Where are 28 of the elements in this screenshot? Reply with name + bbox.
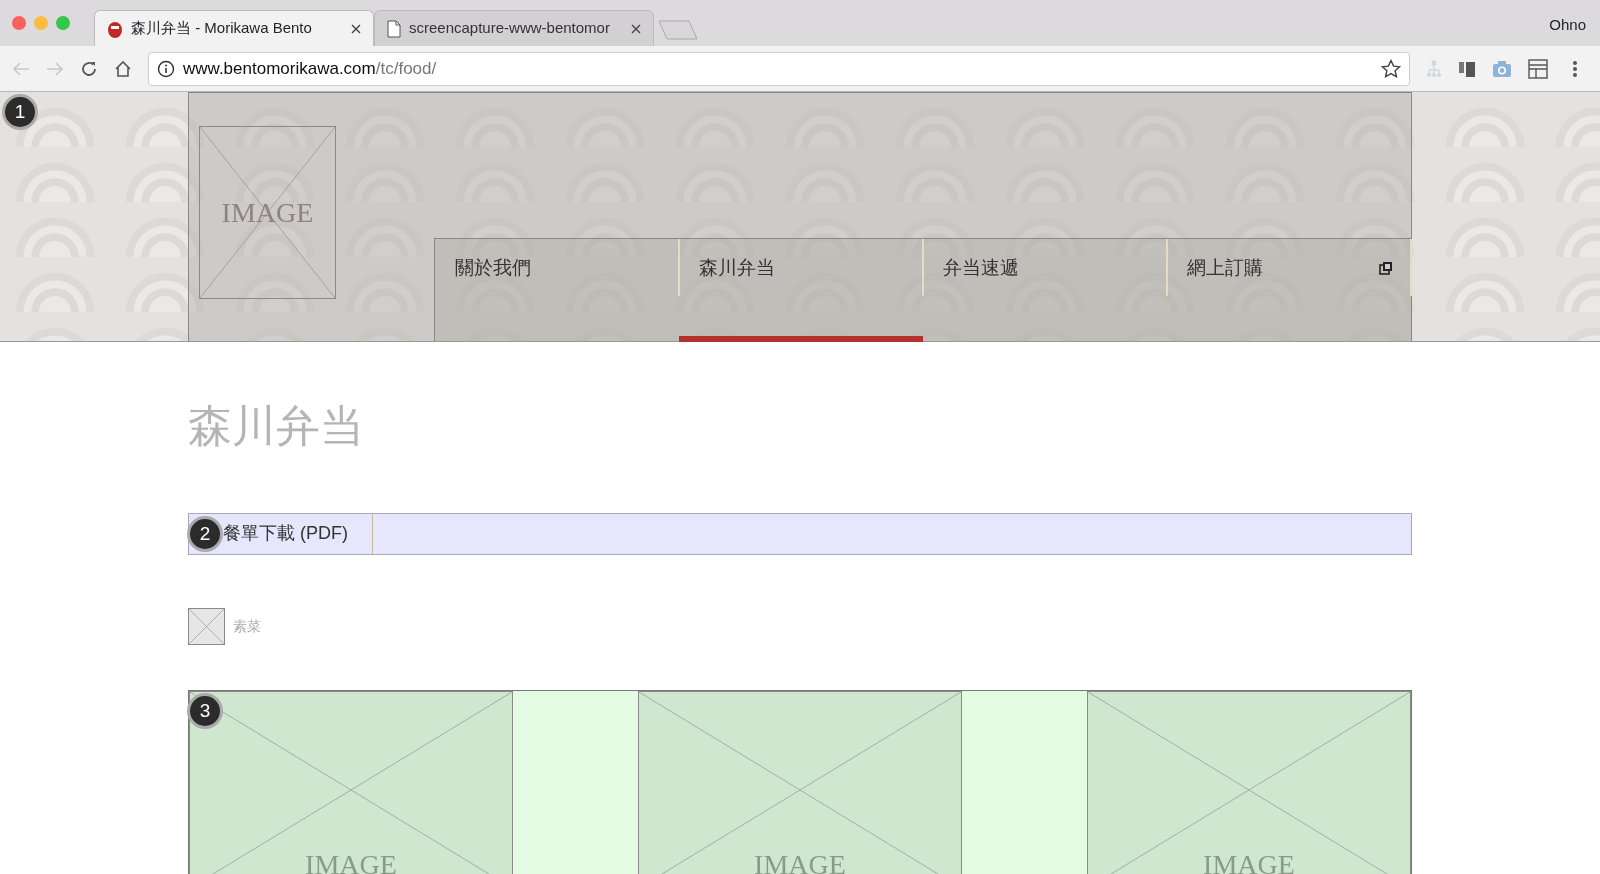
address-bar[interactable]: www.bentomorikawa.com/tc/food/ <box>148 51 1410 86</box>
reload-icon[interactable] <box>80 59 98 78</box>
layout-icon[interactable] <box>1528 58 1548 79</box>
step-marker: 1 <box>2 94 38 130</box>
logo-icon <box>107 19 123 38</box>
step-marker: 2 <box>187 515 223 552</box>
nav-link[interactable]: 弁当速遞 <box>923 239 1167 342</box>
more-menu-icon[interactable] <box>1572 59 1578 78</box>
tab-title: 森川弁当 - Morikawa Bento <box>131 18 313 39</box>
panels-icon[interactable] <box>1458 59 1476 78</box>
close-icon[interactable] <box>351 23 361 34</box>
browser-tab[interactable]: 森川弁当 - Morikawa Bento <box>94 10 374 46</box>
image-placeholder <box>188 607 225 645</box>
nav-link[interactable]: 森川弁当 <box>679 239 923 342</box>
nav-link[interactable]: 關於我們 <box>435 239 679 342</box>
star-icon[interactable] <box>1381 58 1401 79</box>
browser-tab[interactable]: screencapture-www-bentomor <box>374 10 654 46</box>
tab-title: screencapture-www-bentomor <box>409 18 611 39</box>
profile-name[interactable]: Ohno <box>1549 14 1586 37</box>
info-icon <box>157 59 175 78</box>
page-title: 森川弁当 <box>188 400 365 453</box>
document-icon <box>387 19 401 38</box>
nav-link[interactable]: 網上訂購 <box>1167 239 1411 342</box>
home-icon[interactable] <box>114 59 132 78</box>
url-text: www.bentomorikawa.com/tc/food/ <box>183 57 438 80</box>
close-icon[interactable] <box>631 23 641 34</box>
category-label: 素菜 <box>233 616 261 636</box>
download-link[interactable]: 餐單下載 (PDF) <box>223 520 348 548</box>
